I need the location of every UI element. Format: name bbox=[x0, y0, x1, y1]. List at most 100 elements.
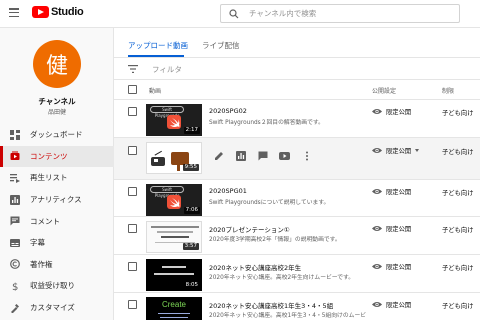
table-row[interactable]: 3:57 2020プレゼンテーション① 2020年度3学期高校2年「情報」の説明… bbox=[114, 217, 480, 255]
row-checkbox[interactable] bbox=[128, 262, 137, 271]
menu-icon[interactable] bbox=[9, 8, 19, 17]
sidebar-item-label: 著作権 bbox=[30, 259, 53, 269]
sidebar-item-comments[interactable]: コメント bbox=[0, 210, 114, 232]
visibility-cell: 限定公開 bbox=[372, 224, 411, 233]
channel-handle: 品田健 bbox=[47, 109, 66, 116]
sidebar-item-copyright[interactable]: 著作権 bbox=[0, 254, 114, 276]
sidebar-item-label: コンテンツ bbox=[30, 151, 68, 161]
row-checkbox[interactable] bbox=[128, 146, 137, 155]
thumbnail-caption: Swift Playgrounds bbox=[150, 186, 184, 198]
edit-icon[interactable] bbox=[213, 150, 224, 161]
visibility-cell: 限定公開 bbox=[372, 262, 411, 271]
tab-bar: アップロード動画 ライブ配信 bbox=[114, 28, 480, 58]
cow-figure bbox=[151, 157, 165, 166]
video-description: 2020年ネット安心講座。高校2年生向けムービーです。 bbox=[209, 275, 355, 281]
search-icon bbox=[229, 9, 239, 19]
swift-logo-icon bbox=[167, 115, 181, 129]
row-checkbox[interactable] bbox=[128, 187, 137, 196]
column-header-video[interactable]: 動画 bbox=[149, 86, 161, 95]
select-all-checkbox[interactable] bbox=[128, 85, 137, 94]
visibility-cell: 限定公開 bbox=[372, 107, 411, 116]
youtube-view-icon[interactable] bbox=[279, 150, 290, 161]
video-duration: 7:06 bbox=[183, 207, 200, 214]
video-thumbnail[interactable]: 9:55 bbox=[146, 142, 202, 174]
sidebar-item-customize[interactable]: カスタマイズ bbox=[0, 297, 114, 319]
thumbnail-caption: Swift Playgrounds bbox=[150, 106, 184, 118]
youtube-play-icon bbox=[32, 6, 49, 18]
visibility-dropdown[interactable]: 限定公開 bbox=[372, 146, 420, 155]
video-description: 2020年ネット安心講座。高校1年生3・4・5組向けのムービ bbox=[209, 313, 367, 319]
video-description: 2020年度3学期高校2年「情報」の説明動画です。 bbox=[209, 237, 341, 243]
video-thumbnail[interactable]: Create bbox=[146, 297, 202, 320]
video-duration: 8:05 bbox=[183, 282, 200, 289]
video-thumbnail[interactable]: Swift Playgrounds 7:06 bbox=[146, 184, 202, 216]
more-options-icon[interactable] bbox=[301, 150, 312, 161]
monetization-icon: $ bbox=[10, 281, 20, 291]
video-duration: 3:57 bbox=[182, 243, 199, 250]
tab-uploads[interactable]: アップロード動画 bbox=[128, 40, 188, 51]
comments-icon bbox=[10, 216, 20, 226]
restriction-label: 子ども向け bbox=[442, 149, 474, 156]
filter-bar[interactable]: フィルタ bbox=[114, 58, 480, 80]
column-header-restriction[interactable]: 制限 bbox=[442, 86, 454, 95]
sidebar-item-analytics[interactable]: アナリティクス bbox=[0, 189, 114, 211]
sidebar-nav: ダッシュボード コンテンツ 再生リスト アナリティクス コメント 字幕 著作権 … bbox=[0, 124, 114, 318]
subtitles-icon bbox=[10, 238, 20, 248]
thumbnail-caption: Create bbox=[161, 300, 186, 309]
search-input[interactable]: チャンネル内で検索 bbox=[220, 4, 460, 23]
eye-icon bbox=[372, 109, 382, 114]
video-thumbnail[interactable]: 8:05 bbox=[146, 259, 202, 291]
sidebar-item-label: 再生リスト bbox=[30, 173, 68, 183]
channel-name: チャンネル bbox=[38, 97, 76, 106]
table-row[interactable]: Create 2020ネット安心講座高校1年生3・4・5組 2020年ネット安心… bbox=[114, 293, 480, 320]
sidebar-item-label: 字幕 bbox=[30, 238, 45, 248]
video-title[interactable]: 2020ネット安心講座高校1年生3・4・5組 bbox=[209, 300, 333, 310]
visibility-label: 限定公開 bbox=[386, 302, 412, 309]
sidebar-item-subtitles[interactable]: 字幕 bbox=[0, 232, 114, 254]
table-row[interactable]: 9:55 限定公開 子ども向け bbox=[114, 138, 480, 180]
table-row[interactable]: Swift Playgrounds 2:17 2020SPG02 Swift P… bbox=[114, 100, 480, 138]
eye-icon bbox=[372, 226, 382, 231]
dashboard-icon bbox=[10, 129, 20, 140]
tab-live[interactable]: ライブ配信 bbox=[202, 40, 240, 51]
video-thumbnail[interactable]: Swift Playgrounds 2:17 bbox=[146, 104, 202, 136]
sidebar-item-content[interactable]: コンテンツ bbox=[0, 145, 114, 168]
comments-icon[interactable] bbox=[257, 150, 268, 161]
row-checkbox[interactable] bbox=[128, 107, 137, 116]
filter-icon[interactable] bbox=[128, 65, 138, 73]
eye-icon bbox=[372, 189, 382, 194]
row-checkbox[interactable] bbox=[128, 300, 137, 309]
content-panel: アップロード動画 ライブ配信 フィルタ 動画 公開設定 制限 Swift Pla… bbox=[114, 28, 480, 320]
restriction-label: 子ども向け bbox=[442, 227, 474, 234]
video-title[interactable]: 2020SPG02 bbox=[209, 107, 247, 115]
table-row[interactable]: 8:05 2020ネット安心講座高校2年生 2020年ネット安心講座。高校2年生… bbox=[114, 255, 480, 293]
analytics-icon[interactable] bbox=[235, 150, 246, 161]
filter-input[interactable]: フィルタ bbox=[152, 64, 182, 75]
video-thumbnail[interactable]: 3:57 bbox=[146, 221, 202, 253]
search-placeholder: チャンネル内で検索 bbox=[249, 9, 317, 18]
column-header-visibility[interactable]: 公開設定 bbox=[372, 86, 396, 95]
analytics-icon bbox=[10, 194, 20, 205]
restriction-label: 子ども向け bbox=[442, 110, 474, 117]
video-description: Swift Playgroundsについて説明しています。 bbox=[209, 200, 330, 206]
table-row[interactable]: Swift Playgrounds 7:06 2020SPG01 Swift P… bbox=[114, 180, 480, 217]
sidebar-item-monetization[interactable]: $ 収益受け取り bbox=[0, 275, 114, 297]
video-title[interactable]: 2020SPG01 bbox=[209, 187, 247, 195]
video-title[interactable]: 2020プレゼンテーション① bbox=[209, 224, 290, 234]
sidebar-item-dashboard[interactable]: ダッシュボード bbox=[0, 124, 114, 146]
row-checkbox[interactable] bbox=[128, 224, 137, 233]
youtube-studio-logo[interactable]: Studio bbox=[32, 6, 84, 18]
avatar-char: 健 bbox=[45, 54, 68, 79]
active-tab-indicator bbox=[128, 55, 184, 57]
top-bar: Studio チャンネル内で検索 bbox=[0, 0, 480, 28]
channel-avatar[interactable]: 健 bbox=[33, 40, 81, 88]
restriction-label: 子ども向け bbox=[442, 190, 474, 197]
table-header: 動画 公開設定 制限 bbox=[114, 80, 480, 100]
eye-icon bbox=[372, 264, 382, 269]
svg-text:$: $ bbox=[12, 282, 18, 291]
video-title[interactable]: 2020ネット安心講座高校2年生 bbox=[209, 262, 301, 272]
row-actions bbox=[213, 150, 312, 161]
video-description: Swift Playgrounds２回目の解答動画です。 bbox=[209, 120, 324, 126]
video-duration: 9:55 bbox=[182, 164, 199, 171]
sidebar-item-playlists[interactable]: 再生リスト bbox=[0, 167, 114, 189]
